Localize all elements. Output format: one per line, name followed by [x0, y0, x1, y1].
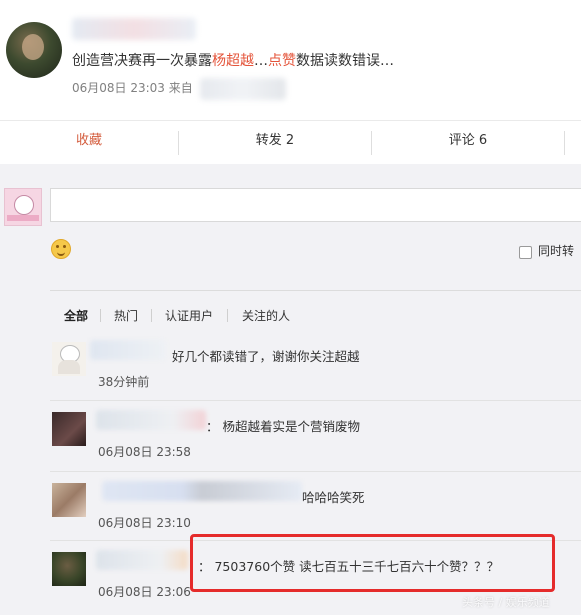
my-avatar — [4, 188, 42, 226]
comment-text: 好几个都读错了，谢谢你关注超越 — [172, 349, 360, 364]
commenter-name-blurred[interactable] — [102, 481, 302, 501]
filter-divider — [100, 309, 101, 322]
favorite-button[interactable]: 收藏 — [0, 121, 178, 165]
comment-button[interactable]: 评论 6 — [372, 121, 564, 165]
commenter-avatar[interactable] — [52, 552, 86, 586]
post-hashtag-link[interactable]: 杨超越 — [212, 53, 254, 69]
comment-time: 06月08日 23:58 — [98, 445, 191, 459]
post-text-part: 创造营决赛再一次暴露 — [72, 53, 212, 69]
comment-item: 好几个都读错了，谢谢你关注超越 38分钟前 — [50, 336, 581, 392]
action-divider — [564, 131, 565, 155]
comment-input[interactable] — [50, 188, 581, 222]
comment-time: 38分钟前 — [98, 375, 150, 389]
post-text: 创造营决赛再一次暴露杨超越…点赞数据读数错误… — [72, 50, 394, 70]
commenter-avatar[interactable] — [52, 483, 86, 517]
author-avatar[interactable] — [6, 22, 62, 78]
action-bar: 收藏 转发 2 评论 6 — [0, 120, 581, 165]
commenter-name-blurred[interactable] — [96, 410, 206, 430]
comment-text: ： 杨超越着实是个营销废物 — [206, 419, 360, 434]
post-source-blurred — [200, 78, 286, 100]
filter-divider — [151, 309, 152, 322]
filter-hot[interactable]: 热门 — [114, 307, 138, 324]
commenter-name-blurred[interactable] — [96, 550, 188, 570]
avatar-sticker-text — [7, 215, 39, 221]
comment-time: 06月08日 23:10 — [98, 516, 191, 530]
filter-divider — [227, 309, 228, 322]
comment-filter-tabs: 全部 热门 认证用户 关注的人 — [50, 290, 581, 331]
comment-divider — [50, 400, 581, 401]
comment-text: 哈哈哈笑死 — [302, 490, 365, 505]
avatar-face-icon — [14, 195, 34, 215]
post-text-part: … — [254, 53, 268, 69]
watermark: 头条号 / 娱乐频道 — [462, 596, 550, 609]
filter-all[interactable]: 全部 — [64, 307, 88, 324]
comment-item: ： 杨超越着实是个营销废物 06月08日 23:58 — [50, 406, 581, 466]
post-meta: 06月08日 23:03 来自 — [72, 81, 193, 95]
post-card: 创造营决赛再一次暴露杨超越…点赞数据读数错误… 06月08日 23:03 来自 — [0, 0, 581, 120]
filter-verified[interactable]: 认证用户 — [165, 307, 213, 324]
forward-button[interactable]: 转发 2 — [179, 121, 371, 165]
comment-divider — [50, 471, 581, 472]
forward-also-checkbox[interactable] — [519, 246, 532, 259]
post-keyword-link[interactable]: 点赞 — [268, 53, 296, 69]
filter-following[interactable]: 关注的人 — [242, 307, 290, 324]
commenter-avatar[interactable] — [52, 342, 86, 376]
post-text-part: 数据读数错误… — [296, 53, 394, 69]
forward-also-label: 同时转 — [538, 244, 575, 258]
annotation-highlight-box — [190, 534, 555, 592]
emoji-icon[interactable] — [51, 239, 71, 259]
comment-item: 哈哈哈笑死 06月08日 23:10 — [50, 477, 581, 533]
commenter-avatar[interactable] — [52, 412, 86, 446]
comment-time: 06月08日 23:06 — [98, 585, 191, 599]
author-name-blurred[interactable] — [72, 18, 196, 40]
commenter-name-blurred[interactable] — [90, 340, 166, 360]
